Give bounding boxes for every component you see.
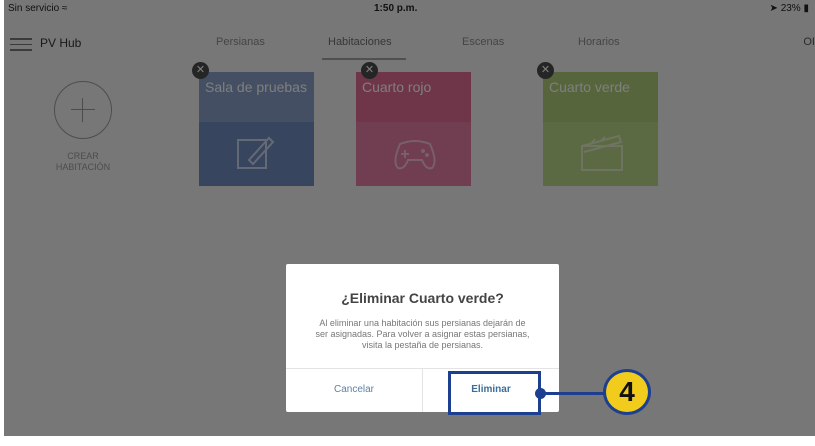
callout-connector-line <box>545 392 607 395</box>
ipad-screen: Sin servicio ≈ 1:50 p.m. ➤ 23% ▮ PV Hub … <box>4 0 815 436</box>
cancel-button[interactable]: Cancelar <box>286 368 422 412</box>
dialog-message: Al eliminar una habitación sus persianas… <box>315 318 530 350</box>
dialog-title: ¿Eliminar Cuarto verde? <box>341 290 504 306</box>
step-number-badge: 4 <box>603 369 651 415</box>
callout-highlight-box <box>448 371 541 415</box>
